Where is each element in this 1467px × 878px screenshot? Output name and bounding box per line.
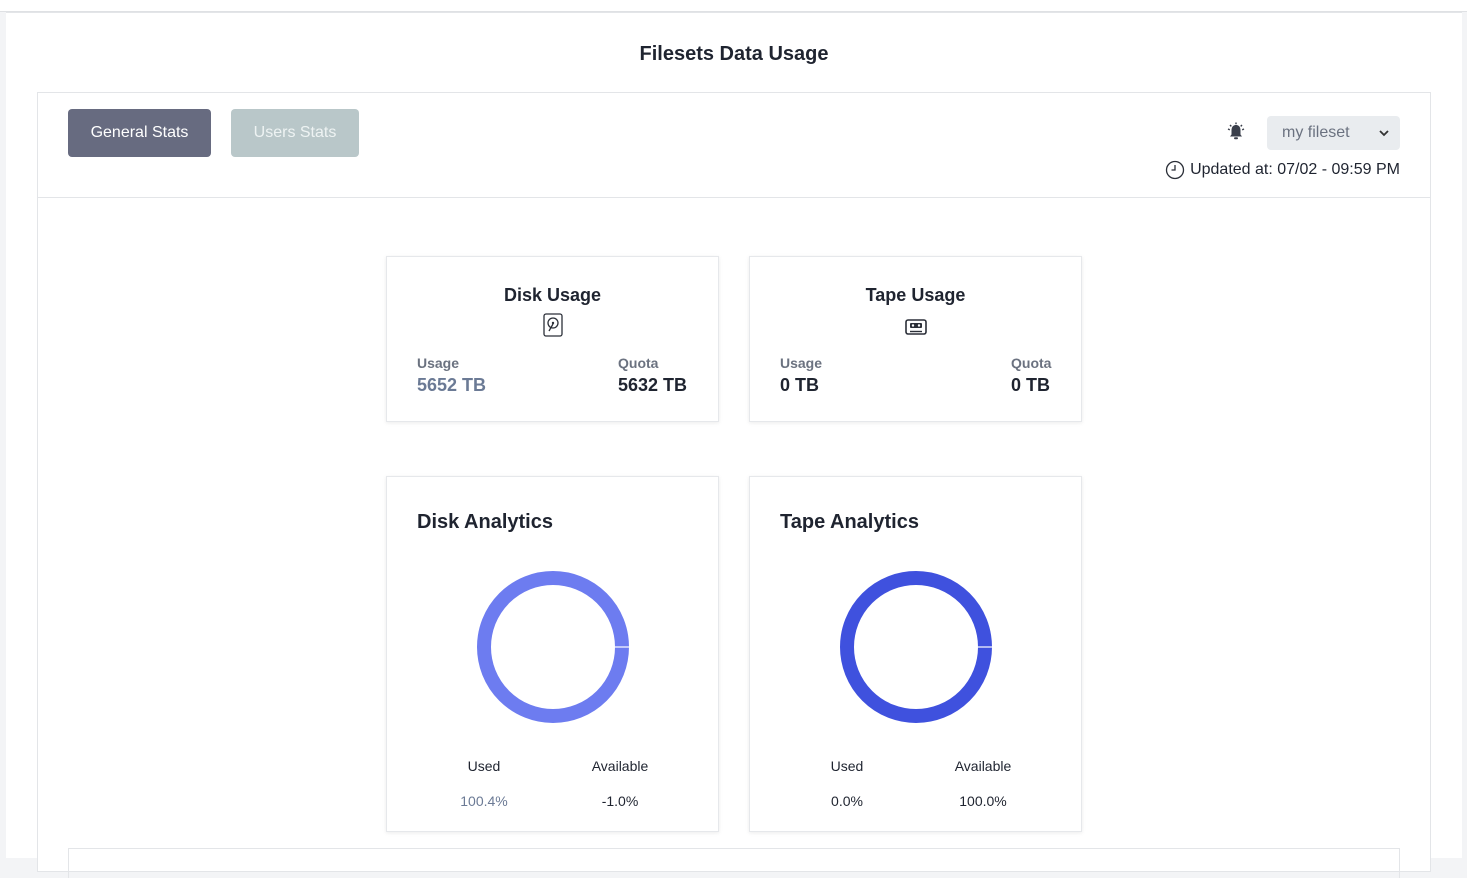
fileset-select[interactable]: my fileset: [1267, 116, 1400, 150]
disk-usage-label: Usage: [417, 355, 460, 371]
tape-cassette-icon: [905, 319, 927, 335]
tape-usage-value: 0 TB: [780, 375, 820, 395]
general-stats-button[interactable]: General Stats: [68, 109, 211, 157]
disk-available-label: Available: [591, 758, 649, 774]
tape-usage-title: Tape Usage: [865, 285, 966, 305]
disk-quota-value: 5632 TB: [618, 375, 688, 395]
tape-used-label: Used: [830, 758, 864, 774]
disk-used-label: Used: [467, 758, 501, 774]
tape-analytics-title: Tape Analytics: [780, 511, 919, 533]
disk-available-value: -1.0%: [601, 793, 639, 809]
disk-donut-slice-used: [477, 571, 629, 723]
updated-at-text: Updated at: 07/02 - 09:59 PM: [1190, 161, 1400, 178]
stats-panel: General Stats Users Stats my fileset Upd…: [37, 92, 1431, 878]
disk-analytics-title: Disk Analytics: [417, 511, 553, 533]
fileset-select-value: my fileset: [1282, 124, 1350, 141]
tape-usage-card: Tape Usage Usage 0 TB Quota 0 TB: [749, 256, 1082, 422]
disk-analytics-card: Disk Analytics Used 100.4% Available -1.…: [386, 476, 719, 832]
tape-donut-slice-used: [840, 571, 992, 723]
bottom-section: [68, 848, 1400, 878]
disk-usage-card: Disk Usage Usage 5652 TB Quota 5632 TB: [386, 256, 719, 422]
tape-usage-label: Usage: [780, 355, 823, 371]
page-container: Filesets Data Usage General Stats Users …: [6, 12, 1462, 878]
tape-used-value: 0.0%: [831, 793, 863, 809]
top-bar: [0, 0, 1467, 12]
panel-header: General Stats Users Stats my fileset Upd…: [38, 93, 1430, 198]
tape-quota-value: 0 TB: [1011, 375, 1051, 395]
disk-donut-chart: [477, 571, 629, 723]
updated-at: Updated at: 07/02 - 09:59 PM: [1165, 160, 1400, 180]
chevron-down-icon: [1379, 130, 1389, 137]
tape-analytics-card: Tape Analytics Used 0.0% Available 100.0…: [749, 476, 1082, 832]
disk-used-value: 100.4%: [460, 793, 508, 809]
tape-available-label: Available: [954, 758, 1012, 774]
users-stats-button[interactable]: Users Stats: [231, 109, 359, 157]
tape-available-value: 100.0%: [959, 793, 1007, 809]
disk-usage-title: Disk Usage: [503, 285, 602, 305]
clock-icon: [1165, 160, 1185, 180]
disk-usage-value: 5652 TB: [417, 375, 487, 395]
disk-quota-label: Quota: [618, 355, 659, 371]
tape-quota-label: Quota: [1011, 355, 1052, 371]
tape-donut-chart: [840, 571, 992, 723]
bell-icon[interactable]: [1226, 122, 1246, 142]
page-title: Filesets Data Usage: [639, 43, 829, 65]
hard-disk-icon: [543, 313, 563, 337]
